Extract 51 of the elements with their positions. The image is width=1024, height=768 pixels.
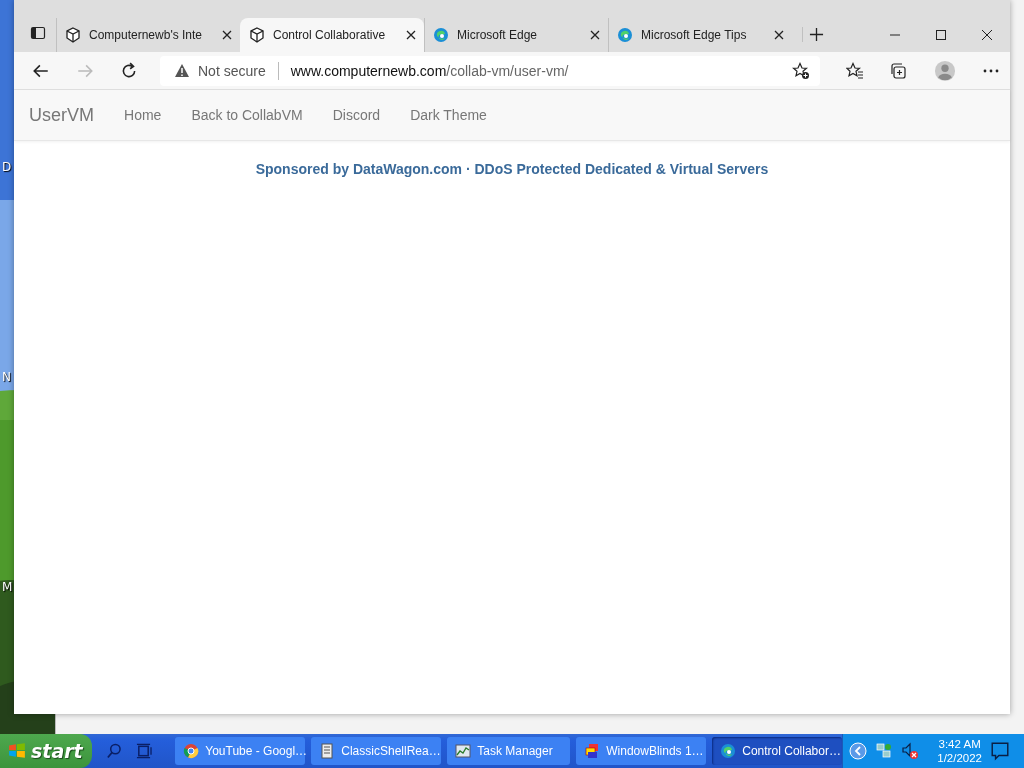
- nav-link[interactable]: Dark Theme: [410, 107, 487, 123]
- nav-link[interactable]: Back to CollabVM: [191, 107, 303, 123]
- cube-icon: [249, 27, 265, 43]
- search-icon[interactable]: [105, 742, 123, 760]
- cube-icon: [65, 27, 81, 43]
- sponsor-link[interactable]: Sponsored by DataWagon.com · DDoS Protected Dedicated & Virtual Servers: [255, 161, 769, 177]
- refresh-icon[interactable]: [120, 61, 138, 80]
- muted-speaker-icon[interactable]: [901, 742, 920, 760]
- close-icon[interactable]: [774, 30, 784, 40]
- maximize-icon[interactable]: [935, 29, 947, 41]
- nav-link[interactable]: Discord: [332, 107, 381, 123]
- new-tab-icon[interactable]: [802, 27, 824, 42]
- add-favorite-icon[interactable]: [792, 61, 810, 80]
- notifications-icon[interactable]: [990, 741, 1010, 761]
- desktop-icon-label: N: [2, 370, 11, 384]
- start-button[interactable]: start: [0, 734, 92, 768]
- warning-icon: [174, 62, 190, 79]
- taskbar-button[interactable]: WindowBlinds 1…: [576, 737, 707, 765]
- desktop-icon-label: M: [2, 580, 13, 594]
- collections-icon[interactable]: [890, 61, 908, 80]
- taskbar-button[interactable]: Control Collabor…: [712, 737, 843, 765]
- edge-icon: [720, 743, 737, 759]
- taskbar-button[interactable]: YouTube - Googl…: [175, 737, 306, 765]
- chevron-left-icon[interactable]: [849, 742, 868, 760]
- taskbar-button[interactable]: ClassicShellRea…: [311, 737, 442, 765]
- browser-tab[interactable]: Control Collaborative: [240, 18, 424, 52]
- clock-date[interactable]: 1/2/2022: [937, 751, 982, 765]
- windows-flag-icon: [8, 742, 26, 760]
- nav-link[interactable]: Home: [124, 107, 162, 123]
- clock-time[interactable]: 3:42 AM: [938, 737, 981, 751]
- stacked-windows-icon: [584, 743, 601, 759]
- close-icon[interactable]: [406, 30, 416, 40]
- close-icon[interactable]: [590, 30, 600, 40]
- close-icon[interactable]: [222, 30, 232, 40]
- chart-window-icon: [455, 743, 472, 759]
- tab-actions-icon[interactable]: [30, 25, 46, 41]
- address-bar[interactable]: Not secure www.computernewb.com/collab-vm/user-vm/: [160, 55, 820, 86]
- task-view-icon[interactable]: [136, 742, 154, 760]
- network-icon[interactable]: [875, 742, 894, 760]
- taskbar-button[interactable]: Task Manager: [447, 737, 571, 765]
- security-label[interactable]: Not secure: [198, 62, 266, 79]
- edge-icon: [617, 27, 633, 43]
- edge-icon: [433, 27, 449, 43]
- url-text: www.computernewb.com/collab-vm/user-vm/: [290, 62, 569, 79]
- desktop-icon-label: D: [2, 160, 12, 174]
- brand-link[interactable]: UserVM: [29, 104, 94, 126]
- close-icon[interactable]: [981, 29, 993, 41]
- document-icon: [319, 743, 336, 759]
- chrome-icon: [183, 743, 200, 759]
- profile-avatar-icon[interactable]: [934, 59, 956, 82]
- favorites-icon[interactable]: [846, 61, 864, 80]
